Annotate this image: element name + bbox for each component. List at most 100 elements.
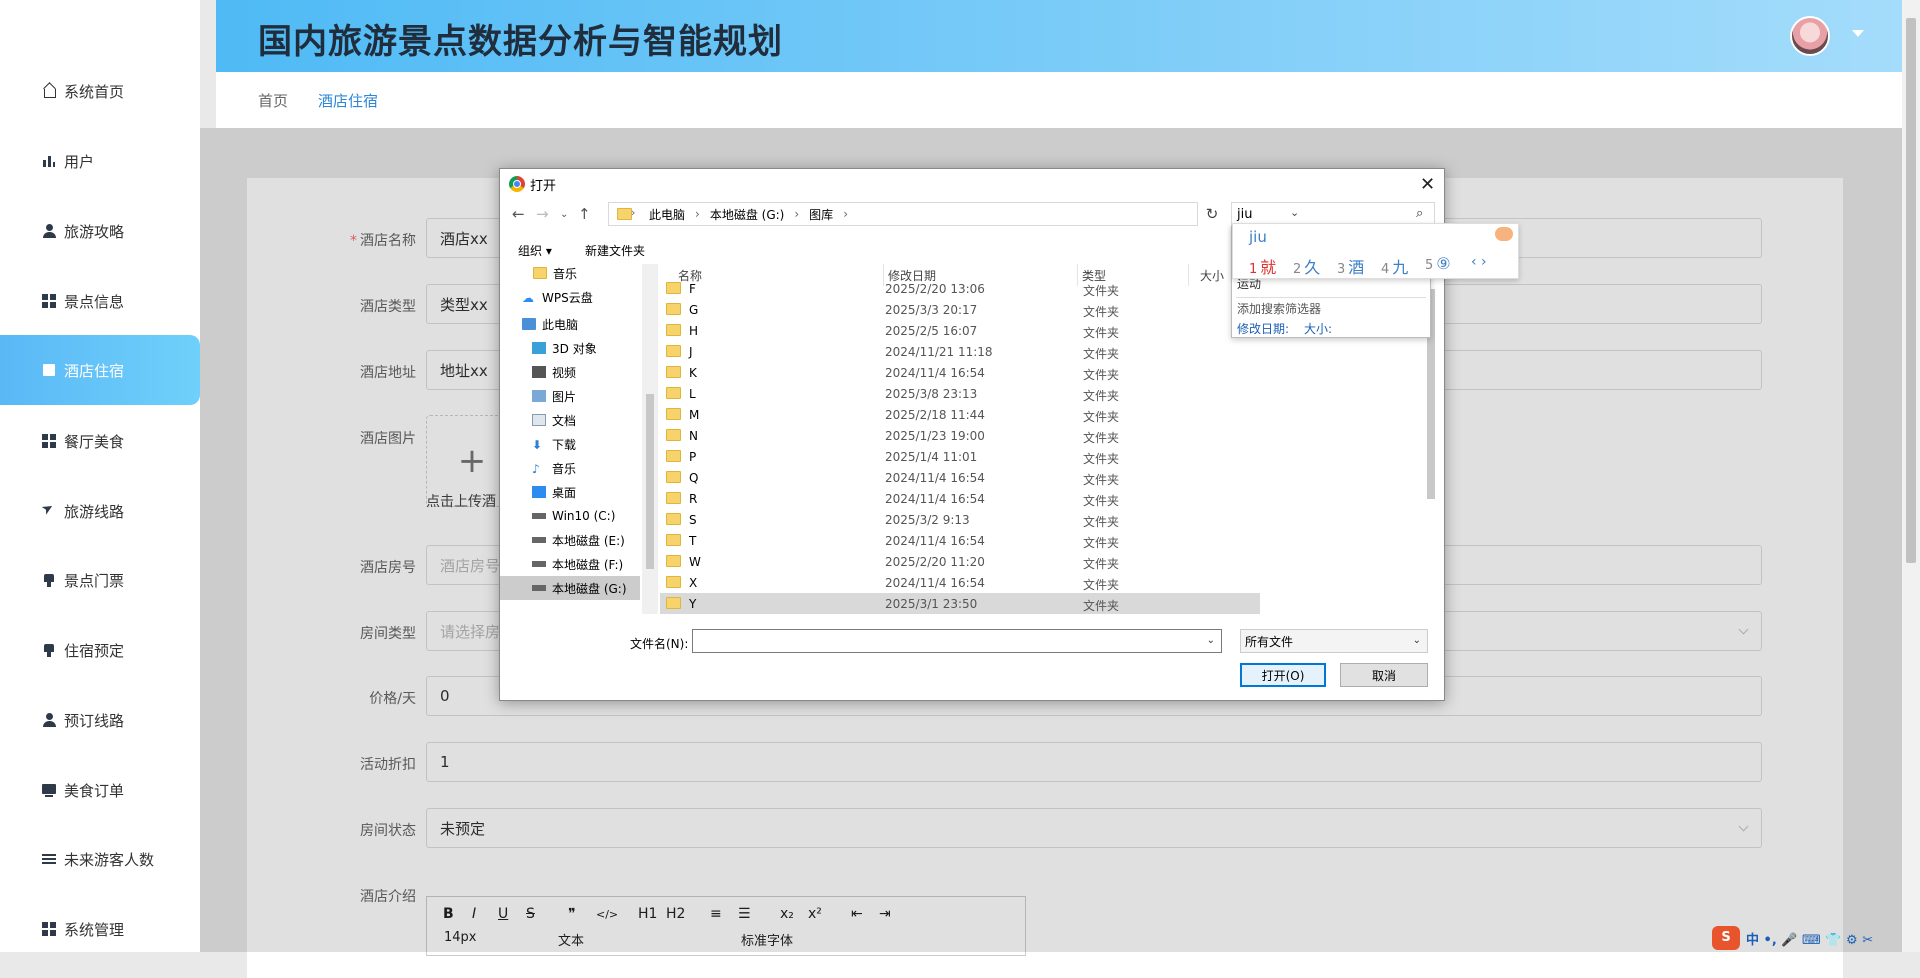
path-segment[interactable]: 此电脑 [649,206,685,223]
table-row[interactable]: G 2025/3/3 20:17 文件夹 [660,299,1260,320]
file-type: 文件夹 [1083,389,1120,403]
new-folder-button[interactable]: 新建文件夹 [585,242,645,259]
ime-toolbar: S 中 •, 🎤 ⌨ 👕 ⚙ ✂ [1712,924,1900,952]
filename-input[interactable]: ⌄ [692,629,1222,653]
filter-date-link[interactable]: 修改日期: [1237,320,1289,337]
sidebar-item-hotels[interactable]: 酒店住宿 [0,335,200,405]
table-row[interactable]: K 2024/11/4 16:54 文件夹 [660,362,1260,383]
ime-candidate[interactable]: 3酒 [1337,254,1364,278]
table-row[interactable]: Q 2024/11/4 16:54 文件夹 [660,467,1260,488]
ime-page-nav[interactable]: ‹ › [1471,254,1487,270]
forward-icon[interactable]: → [536,205,549,223]
sidebar-item-tickets[interactable]: 景点门票 [0,545,200,615]
table-row[interactable]: N 2025/1/23 19:00 文件夹 [660,425,1260,446]
page-scrollbar[interactable] [1902,0,1920,952]
file-type: 文件夹 [1083,347,1120,361]
nav-item-wps-cloud[interactable]: ☁ WPS云盘 [500,285,625,309]
address-bar[interactable]: › 此电脑 › 本地磁盘 (G:) › 图库 › ⌄ [608,202,1299,226]
sidebar-item-travel-routes[interactable]: 旅游线路 [0,476,200,546]
file-name: H [689,324,699,338]
file-name: L [689,387,696,401]
close-icon[interactable]: ✕ [1420,174,1435,195]
nav-item-desktop[interactable]: 桌面 [500,480,625,504]
table-row[interactable]: P 2025/1/4 11:01 文件夹 [660,446,1260,467]
organize-button[interactable]: 组织 ▾ [518,242,552,259]
nav-item-pictures[interactable]: 图片 [500,384,625,408]
nav-pane-scrollbar[interactable] [642,264,658,614]
sidebar-item-route-orders[interactable]: 预订线路 [0,685,200,755]
back-icon[interactable]: ← [512,205,525,223]
sidebar-item-travel-guides[interactable]: 旅游攻略 [0,196,200,266]
path-segment[interactable]: 本地磁盘 (G:) [710,206,785,223]
table-row[interactable]: H 2025/2/5 16:07 文件夹 [660,320,1260,341]
file-date: 2025/1/23 19:00 [885,429,985,443]
folder-icon [666,555,681,567]
refresh-icon[interactable]: ↻ [1202,203,1222,225]
scrollbar-thumb[interactable] [1906,18,1916,563]
sogou-icon[interactable]: S [1712,926,1740,950]
ime-candidate[interactable]: 1就 [1249,254,1276,278]
nav-item-drive-c[interactable]: Win10 (C:) [500,504,625,528]
folder-icon [666,345,681,357]
file-date: 2024/11/21 11:18 [885,345,993,359]
nav-item-music[interactable]: ♪ 音乐 [500,456,625,480]
chevron-down-icon[interactable]: ⌄ [1207,635,1215,646]
filename-label: 文件名(N): [630,637,689,651]
filetype-select[interactable]: 所有文件 ⌄ [1240,629,1428,653]
sidebar-item-home[interactable]: 系统首页 [0,56,200,126]
sidebar-item-food-orders[interactable]: 美食订单 [0,755,200,825]
scrollbar-thumb[interactable] [646,394,654,569]
sidebar-item-system[interactable]: 系统管理 [0,894,200,964]
sidebar-item-label: 餐厅美食 [64,432,125,451]
sidebar-item-scenic-info[interactable]: 景点信息 [0,266,200,336]
nav-item-music-quick[interactable]: 音乐 [500,264,625,285]
table-row[interactable]: L 2025/3/8 23:13 文件夹 [660,383,1260,404]
nav-item-drive-g[interactable]: 本地磁盘 (G:) [500,576,640,600]
nav-item-drive-e[interactable]: 本地磁盘 (E:) [500,528,625,552]
cancel-button[interactable]: 取消 [1340,663,1428,687]
table-row[interactable]: F 2025/2/20 13:06 文件夹 [660,278,1260,299]
ime-candidate[interactable]: 4九 [1381,254,1408,278]
sidebar-item-restaurants[interactable]: 餐厅美食 [0,406,200,476]
recent-locations-icon[interactable]: ⌄ [560,209,568,220]
search-icon[interactable]: ⌕ [1416,206,1423,221]
file-date: 2025/2/20 13:06 [885,282,985,296]
open-button[interactable]: 打开(O) [1240,663,1326,687]
ime-candidate-window: jiu 1就 2久 3酒 4九 5⑨ ‹ › [1232,223,1519,279]
table-row[interactable]: X 2024/11/4 16:54 文件夹 [660,572,1260,593]
table-row[interactable]: J 2024/11/21 11:18 文件夹 [660,341,1260,362]
avatar[interactable] [1790,16,1830,56]
table-row[interactable]: R 2024/11/4 16:54 文件夹 [660,488,1260,509]
breadcrumb-home[interactable]: 首页 [258,90,288,111]
nav-item-this-pc[interactable]: 此电脑 [500,312,625,336]
breadcrumb-separator: › [631,206,636,219]
sidebar-item-booking[interactable]: 住宿预定 [0,615,200,685]
ime-candidate[interactable]: 5⑨ [1425,254,1451,273]
table-row[interactable]: M 2025/2/18 11:44 文件夹 [660,404,1260,425]
table-row[interactable]: W 2025/2/20 11:20 文件夹 [660,551,1260,572]
nav-item-downloads[interactable]: ⬇ 下载 [500,432,625,456]
nav-item-documents[interactable]: 文档 [500,408,625,432]
file-type: 文件夹 [1083,515,1120,529]
user-icon [42,224,56,238]
ime-candidate[interactable]: 2久 [1293,254,1320,278]
page-title: 国内旅游景点数据分析与智能规划 [258,22,783,62]
filter-size-link[interactable]: 大小: [1304,320,1332,337]
nav-item-3d-objects[interactable]: 3D 对象 [500,336,625,360]
nav-item-drive-f[interactable]: 本地磁盘 (F:) [500,552,625,576]
folder-icon [617,208,632,220]
table-row[interactable]: T 2024/11/4 16:54 文件夹 [660,530,1260,551]
nav-item-videos[interactable]: 视频 [500,360,625,384]
chevron-down-icon[interactable] [1852,30,1864,37]
sidebar-item-visitor-forecast[interactable]: 未来游客人数 [0,824,200,894]
sidebar-item-label: 旅游攻略 [64,222,125,241]
ime-status[interactable]: 中 •, 🎤 ⌨ 👕 ⚙ ✂ [1746,929,1873,948]
sidebar-item-users[interactable]: 用户 [0,126,200,196]
sidebar-item-label: 景点门票 [64,571,125,590]
table-row[interactable]: Y 2025/3/1 23:50 文件夹 [660,593,1260,614]
path-segment[interactable]: 图库 [809,206,833,223]
up-icon[interactable]: ↑ [578,205,591,223]
table-row[interactable]: S 2025/3/2 9:13 文件夹 [660,509,1260,530]
navigation-pane: 音乐 ☁ WPS云盘 此电脑 3D 对象 视频 图片 文档 ⬇ 下载 ♪ 音乐 桌面 … [500,264,643,614]
folder-icon [666,534,681,546]
